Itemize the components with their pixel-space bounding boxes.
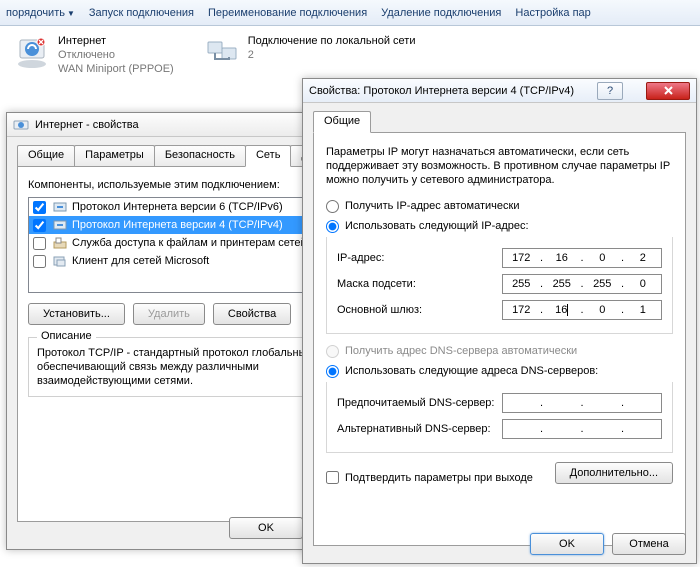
component-checkbox[interactable] <box>33 255 46 268</box>
dialup-icon <box>14 34 50 70</box>
subnet-mask-field[interactable]: 255. 255. 255. 0 <box>502 274 662 294</box>
tab-panel-general: Параметры IP могут назначаться автоматич… <box>313 132 686 546</box>
toolbar-item[interactable]: Настройка пар <box>515 7 590 19</box>
ipv4-properties-window: Свойства: Протокол Интернета версии 4 (T… <box>302 78 697 564</box>
ip-address-label: IP-адрес: <box>337 252 502 264</box>
toolbar-item[interactable]: Удаление подключения <box>381 7 501 19</box>
toolbar-item[interactable]: Запуск подключения <box>89 7 194 19</box>
radio-label: Использовать следующие адреса DNS-сервер… <box>345 365 598 377</box>
dns-manual-radio-row[interactable]: Использовать следующие адреса DNS-сервер… <box>326 362 673 380</box>
network-adapters: Интернет Отключено WAN Miniport (PPPOE) … <box>0 26 700 84</box>
adapter-internet[interactable]: Интернет Отключено WAN Miniport (PPPOE) <box>14 34 174 76</box>
install-button[interactable]: Установить... <box>28 303 125 325</box>
service-icon <box>52 236 68 250</box>
ip-auto-radio[interactable] <box>326 200 339 213</box>
properties-button[interactable]: Свойства <box>213 303 291 325</box>
tab-options[interactable]: Параметры <box>74 145 155 167</box>
cancel-button[interactable]: Отмена <box>612 533 686 555</box>
ip-field-group: IP-адрес: 172. 16. 0. 2 Маска подсети: 2… <box>326 237 673 334</box>
component-label: Протокол Интернета версии 6 (TCP/IPv6) <box>72 201 283 213</box>
component-label: Служба доступа к файлам и принтерам сете… <box>72 237 307 249</box>
explorer-toolbar: порядочить▼ Запуск подключения Переимено… <box>0 0 700 26</box>
client-icon <box>52 254 68 268</box>
tab-general[interactable]: Общие <box>17 145 75 167</box>
confirm-checkbox[interactable] <box>326 471 339 484</box>
tab-security[interactable]: Безопасность <box>154 145 246 167</box>
dialup-icon <box>13 119 29 131</box>
radio-label: Получить IP-адрес автоматически <box>345 200 519 212</box>
dns-field-group: Предпочитаемый DNS-сервер: . . . Альтерн… <box>326 382 673 453</box>
dns-auto-radio-row: Получить адрес DNS-сервера автоматически <box>326 342 673 360</box>
ok-button[interactable]: OK <box>530 533 604 555</box>
adapter-status: 2 <box>248 48 416 62</box>
help-button[interactable]: ? <box>597 82 623 100</box>
protocol-icon <box>52 200 68 214</box>
adapter-status: Отключено <box>58 48 174 62</box>
dns-auto-radio <box>326 345 339 358</box>
close-icon <box>663 85 674 96</box>
component-checkbox[interactable] <box>33 237 46 250</box>
protocol-icon <box>52 218 68 232</box>
window-title: Свойства: Протокол Интернета версии 4 (T… <box>309 85 574 97</box>
confirm-label: Подтвердить параметры при выходе <box>345 472 533 484</box>
toolbar-item[interactable]: Переименование подключения <box>208 7 367 19</box>
ip-address-field[interactable]: 172. 16. 0. 2 <box>502 248 662 268</box>
radio-label: Использовать следующий IP-адрес: <box>345 220 529 232</box>
gateway-label: Основной шлюз: <box>337 304 502 316</box>
radio-label: Получить адрес DNS-сервера автоматически <box>345 345 577 357</box>
tab-general[interactable]: Общие <box>313 111 371 133</box>
ip-auto-radio-row[interactable]: Получить IP-адрес автоматически <box>326 197 673 215</box>
component-checkbox[interactable] <box>33 219 46 232</box>
remove-button: Удалить <box>133 303 205 325</box>
adapter-device: WAN Miniport (PPPOE) <box>58 62 174 76</box>
close-button[interactable] <box>646 82 690 100</box>
dns-alt-label: Альтернативный DNS-сервер: <box>337 423 502 435</box>
dns-pref-label: Предпочитаемый DNS-сервер: <box>337 397 502 409</box>
tabstrip: Общие <box>313 111 686 133</box>
window-titlebar[interactable]: Свойства: Протокол Интернета версии 4 (T… <box>303 79 696 103</box>
confirm-on-exit-row[interactable]: Подтвердить параметры при выходе <box>326 471 555 484</box>
hint-text: Параметры IP могут назначаться автоматич… <box>326 145 673 187</box>
dns-pref-field[interactable]: . . . <box>502 393 662 413</box>
subnet-mask-label: Маска подсети: <box>337 278 502 290</box>
lan-icon <box>204 34 240 70</box>
adapter-name: Подключение по локальной сети <box>248 34 416 48</box>
component-checkbox[interactable] <box>33 201 46 214</box>
ip-manual-radio[interactable] <box>326 220 339 233</box>
dns-alt-field[interactable]: . . . <box>502 419 662 439</box>
ok-button[interactable]: OK <box>229 517 303 539</box>
component-label: Клиент для сетей Microsoft <box>72 255 209 267</box>
gateway-field[interactable]: 172. 16. 0. 1 <box>502 300 662 320</box>
adapter-name: Интернет <box>58 34 174 48</box>
adapter-lan[interactable]: Подключение по локальной сети 2 <box>204 34 416 76</box>
text-caret <box>567 304 568 316</box>
tab-network[interactable]: Сеть <box>245 145 291 167</box>
window-title: Интернет - свойства <box>35 119 139 131</box>
ip-manual-radio-row[interactable]: Использовать следующий IP-адрес: <box>326 217 673 235</box>
advanced-button[interactable]: Дополнительно... <box>555 462 673 484</box>
toolbar-item[interactable]: порядочить▼ <box>6 7 75 19</box>
component-label: Протокол Интернета версии 4 (TCP/IPv4) <box>72 219 283 231</box>
description-title: Описание <box>37 330 96 342</box>
dns-manual-radio[interactable] <box>326 365 339 378</box>
